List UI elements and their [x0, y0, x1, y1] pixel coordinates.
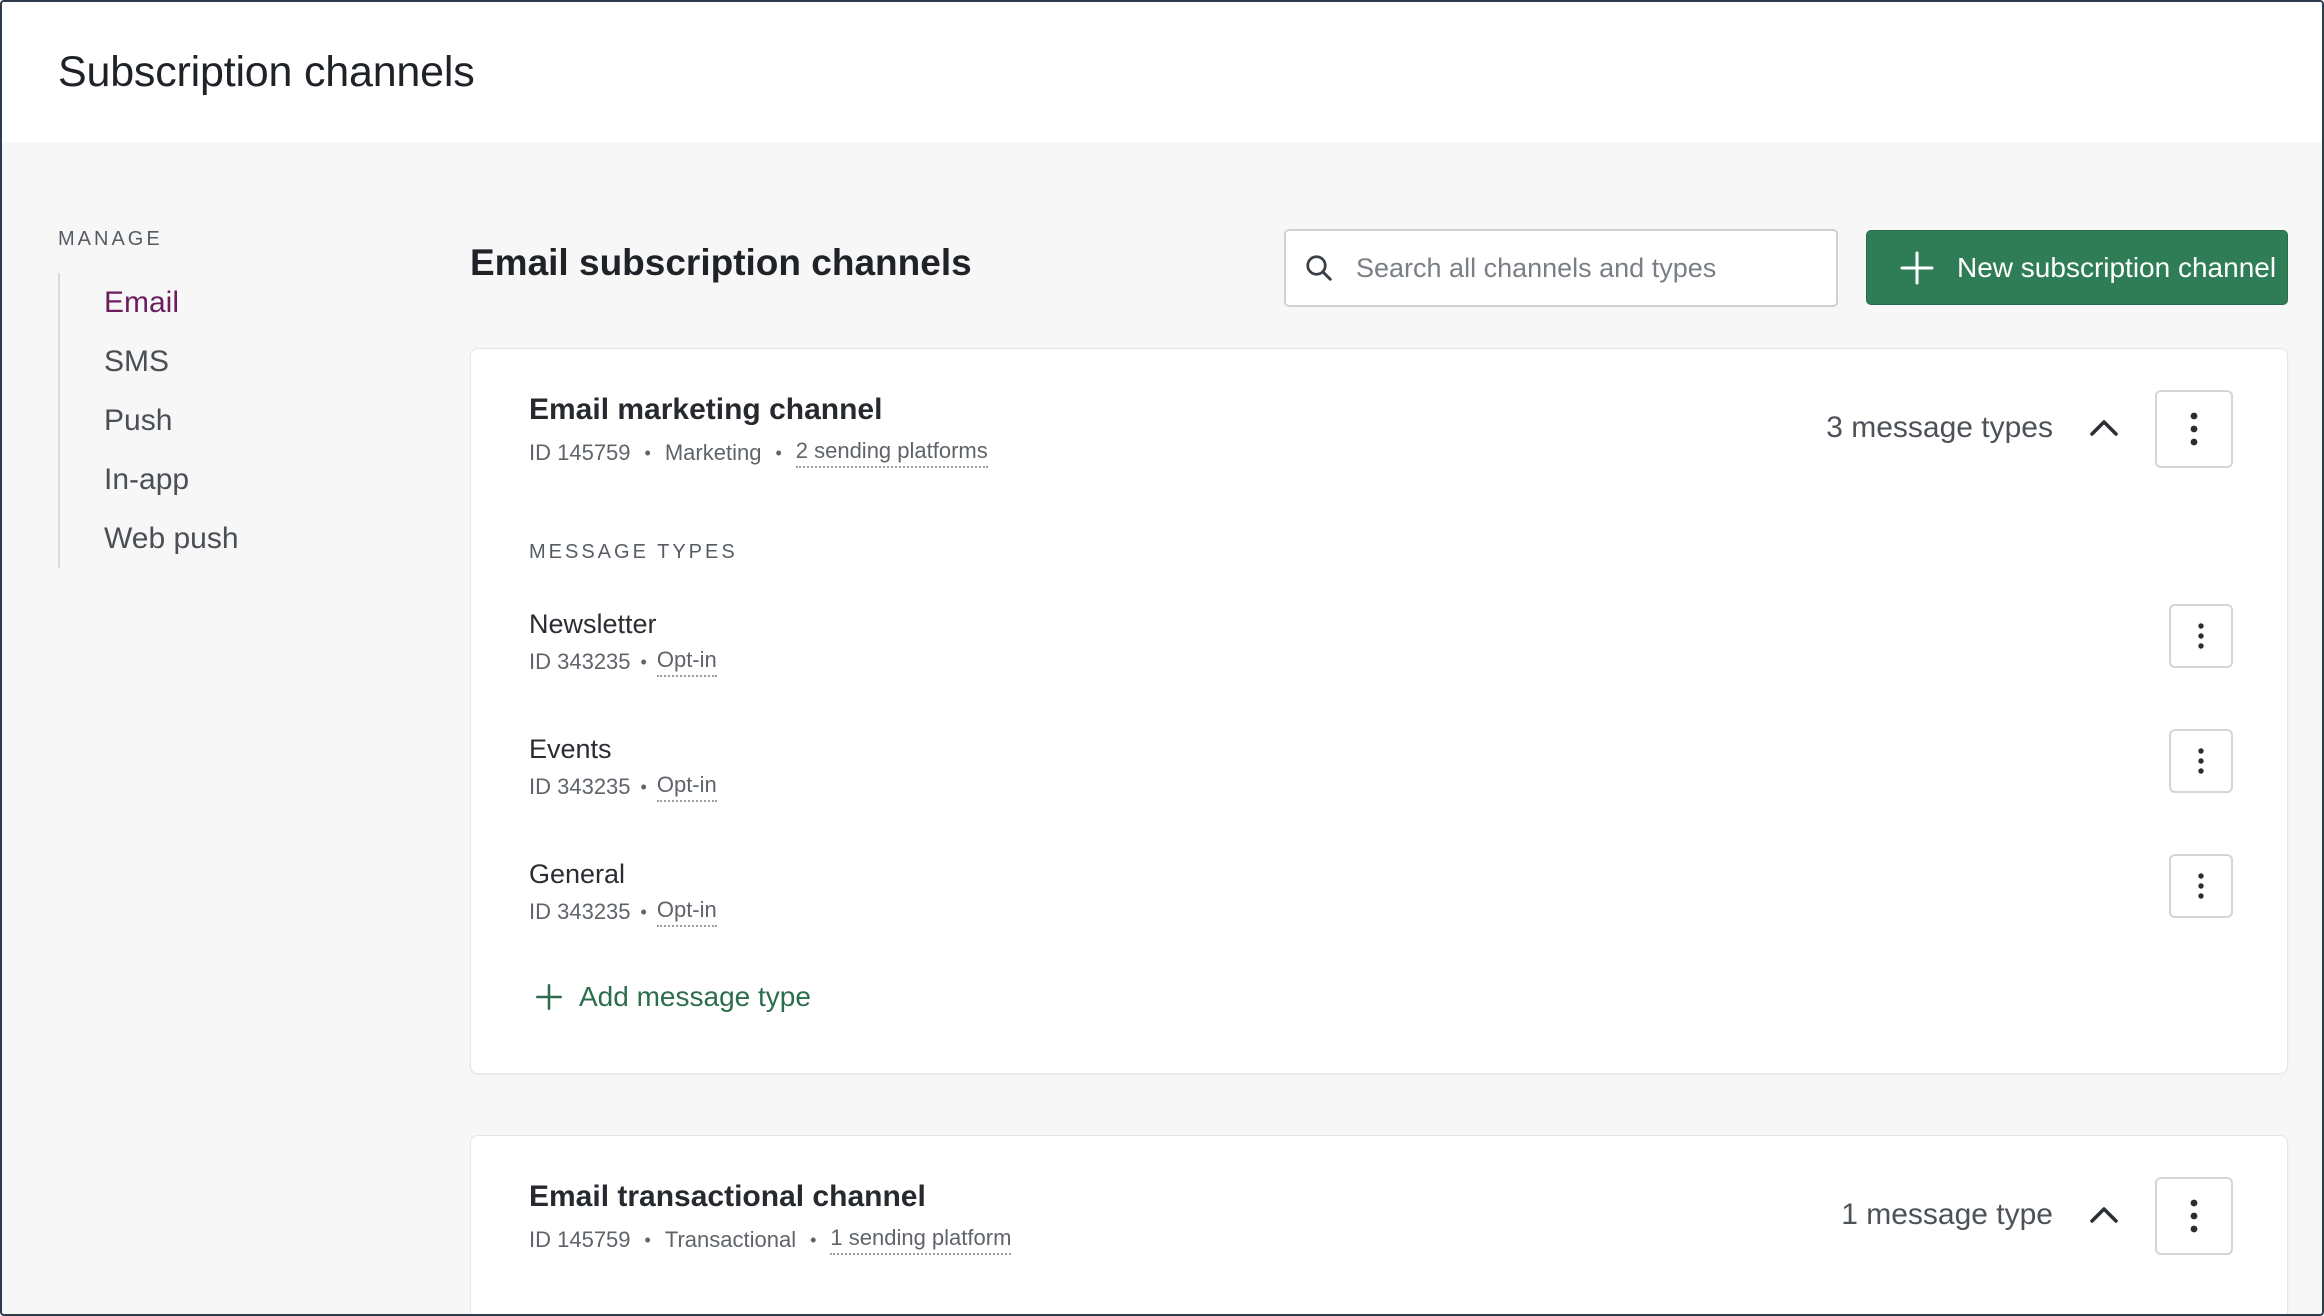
- chevron-up-icon[interactable]: [2089, 1204, 2119, 1224]
- plus-icon: [536, 984, 562, 1010]
- sidebar-item-in-app[interactable]: In-app: [104, 450, 378, 509]
- message-type-name: Newsletter: [529, 609, 657, 639]
- message-type-meta: ID 343235 • Opt-in: [529, 647, 717, 677]
- channel-name: Email transactional channel: [529, 1180, 926, 1213]
- sidebar: MANAGE Email SMS Push In-app Web push: [58, 228, 378, 568]
- channel-category: Marketing: [664, 440, 762, 465]
- channel-more-button[interactable]: [2155, 390, 2233, 468]
- message-type-count: 1 message type: [1841, 1198, 2053, 1231]
- message-type-more-button[interactable]: [2169, 729, 2233, 793]
- message-types-label: MESSAGE TYPES: [529, 541, 738, 563]
- add-message-type-button[interactable]: Add message type: [535, 981, 811, 1013]
- section-heading: Email subscription channels: [470, 242, 972, 283]
- chevron-up-icon[interactable]: [2089, 417, 2119, 437]
- message-type-name: General: [529, 859, 626, 889]
- message-type-meta: ID 343235 • Opt-in: [529, 897, 717, 927]
- separator-dot: •: [644, 442, 651, 463]
- more-vertical-icon: [2198, 748, 2204, 774]
- channel-meta: ID 145759 • Marketing • 2 sending platfo…: [529, 438, 988, 468]
- channel-more-button[interactable]: [2155, 1177, 2233, 1255]
- separator-dot: •: [775, 442, 782, 463]
- new-subscription-channel-button[interactable]: New subscription channel: [1866, 230, 2288, 305]
- sidebar-item-push[interactable]: Push: [104, 391, 378, 450]
- message-type-more-button[interactable]: [2169, 854, 2233, 918]
- message-type-meta: ID 343235 • Opt-in: [529, 772, 717, 802]
- opt-in-link[interactable]: Opt-in: [656, 897, 717, 927]
- channel-id: ID 145759: [529, 1227, 631, 1252]
- search-input[interactable]: [1356, 252, 1816, 284]
- more-vertical-icon: [2198, 873, 2204, 899]
- plus-icon: [1900, 251, 1934, 284]
- message-type-count: 3 message types: [1826, 411, 2053, 444]
- separator-dot: •: [640, 776, 647, 797]
- separator-dot: •: [640, 901, 647, 922]
- message-type-name: Events: [529, 734, 612, 764]
- sidebar-item-email[interactable]: Email: [104, 273, 378, 332]
- separator-dot: •: [644, 1229, 651, 1250]
- channel-name: Email marketing channel: [529, 393, 883, 426]
- sending-platforms-link[interactable]: 2 sending platforms: [795, 438, 988, 468]
- more-vertical-icon: [2190, 412, 2198, 446]
- sidebar-item-sms[interactable]: SMS: [104, 332, 378, 391]
- channel-card: Email transactional channel ID 145759 • …: [470, 1135, 2288, 1314]
- page-title: Subscription channels: [58, 48, 475, 96]
- search-icon: [1306, 255, 1332, 281]
- message-type-more-button[interactable]: [2169, 604, 2233, 668]
- channel-meta: ID 145759 • Transactional • 1 sending pl…: [529, 1225, 1012, 1255]
- add-message-type-label: Add message type: [579, 981, 811, 1012]
- more-vertical-icon: [2190, 1199, 2198, 1233]
- opt-in-link[interactable]: Opt-in: [656, 647, 717, 677]
- sidebar-item-web-push[interactable]: Web push: [104, 509, 378, 568]
- separator-dot: •: [810, 1229, 817, 1250]
- separator-dot: •: [640, 651, 647, 672]
- channel-id: ID 145759: [529, 440, 631, 465]
- top-header: Subscription channels: [2, 2, 2322, 142]
- new-button-label: New subscription channel: [1957, 251, 2277, 283]
- channel-category: Transactional: [664, 1227, 797, 1252]
- more-vertical-icon: [2198, 623, 2204, 649]
- channel-card: Email marketing channel ID 145759 • Mark…: [470, 348, 2288, 1074]
- app-window: Subscription channels MANAGE Email SMS P…: [0, 0, 2324, 1316]
- message-type-id: ID 343235: [529, 774, 631, 799]
- opt-in-link[interactable]: Opt-in: [656, 772, 717, 802]
- sending-platforms-link[interactable]: 1 sending platform: [830, 1225, 1012, 1255]
- search-box[interactable]: [1284, 229, 1838, 307]
- sidebar-heading: MANAGE: [58, 228, 163, 250]
- message-type-id: ID 343235: [529, 899, 631, 924]
- message-type-id: ID 343235: [529, 649, 631, 674]
- sidebar-list: Email SMS Push In-app Web push: [58, 273, 378, 568]
